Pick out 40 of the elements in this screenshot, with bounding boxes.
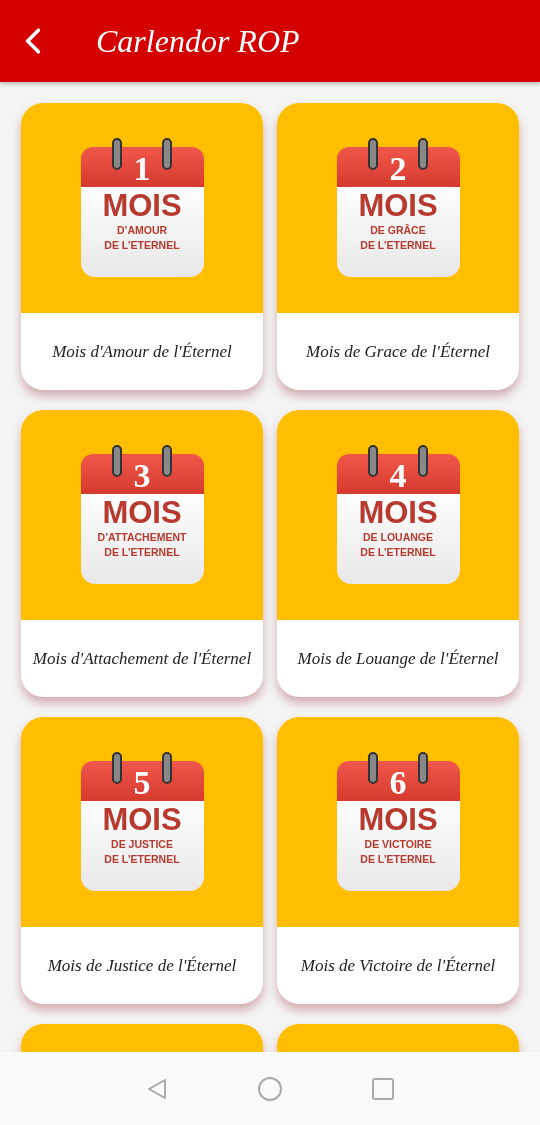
calendar-subtitle: DE L’ETERNEL [104, 238, 180, 253]
recents-icon[interactable] [371, 1076, 395, 1101]
calendar-subtitle: DE L’ETERNEL [360, 238, 436, 253]
card-title: Mois de Justice de l'Éternel [47, 955, 237, 976]
calendar-subtitle: DE L’ETERNEL [104, 545, 180, 560]
calendar-subtitle: DE GRÂCE [370, 223, 426, 238]
card-title: Mois d'Amour de l'Éternel [52, 341, 232, 362]
month-card[interactable]: 5 MOIS DE JUSTICE DE L’ETERNEL Mois de Justice de l'Éternel [21, 717, 263, 1004]
app-title: Carlendor ROP [96, 22, 300, 60]
calendar-heading: MOIS [358, 496, 438, 530]
card-title: Mois de Victoire de l'Éternel [300, 955, 496, 976]
card-title: Mois de Louange de l'Éternel [297, 648, 499, 669]
month-card[interactable]: 6 MOIS DE VICTOIRE DE L’ETERNEL Mois de Victoire de l'Éternel [277, 717, 519, 1004]
calendar-number: 5 [133, 765, 151, 801]
month-card[interactable]: 2 MOIS DE GRÂCE DE L’ETERNEL Mois de Grace de l'Éternel [277, 103, 519, 390]
calendar-number: 1 [133, 151, 151, 187]
card-title: Mois d'Attachement de l'Éternel [32, 648, 252, 669]
month-card[interactable]: 3 MOIS D’ATTACHEMENT DE L’ETERNEL Mois d'Attachement de l'Éternel [21, 410, 263, 697]
calendar-heading: MOIS [358, 189, 438, 223]
card-title: Mois de Grace de l'Éternel [306, 341, 490, 362]
home-icon[interactable] [257, 1075, 283, 1102]
calendar-number: 6 [389, 765, 407, 801]
calendar-subtitle: DE VICTOIRE [364, 837, 432, 852]
calendar-subtitle: DE LOUANGE [363, 530, 433, 545]
calendar-number: 3 [133, 458, 151, 494]
calendar-subtitle: DE L’ETERNEL [360, 545, 436, 560]
calendar-subtitle: DE JUSTICE [111, 837, 173, 852]
calendar-number: 4 [389, 458, 407, 494]
calendar-heading: MOIS [102, 496, 182, 530]
calendar-number: 2 [389, 151, 407, 187]
calendar-subtitle: D’ATTACHEMENT [97, 530, 187, 545]
calendar-heading: MOIS [102, 189, 182, 223]
calendar-subtitle: DE L’ETERNEL [360, 852, 436, 867]
calendar-heading: MOIS [102, 803, 182, 837]
month-card[interactable]: 1 MOIS D’AMOUR DE L’ETERNEL Mois d'Amour de l'Éternel [21, 103, 263, 390]
calendar-heading: MOIS [358, 803, 438, 837]
back-icon[interactable] [24, 27, 42, 55]
calendar-subtitle: D’AMOUR [116, 223, 168, 238]
calendar-subtitle: DE L’ETERNEL [104, 852, 180, 867]
month-card[interactable]: 4 MOIS DE LOUANGE DE L’ETERNEL Mois de Louange de l'Éternel [277, 410, 519, 697]
